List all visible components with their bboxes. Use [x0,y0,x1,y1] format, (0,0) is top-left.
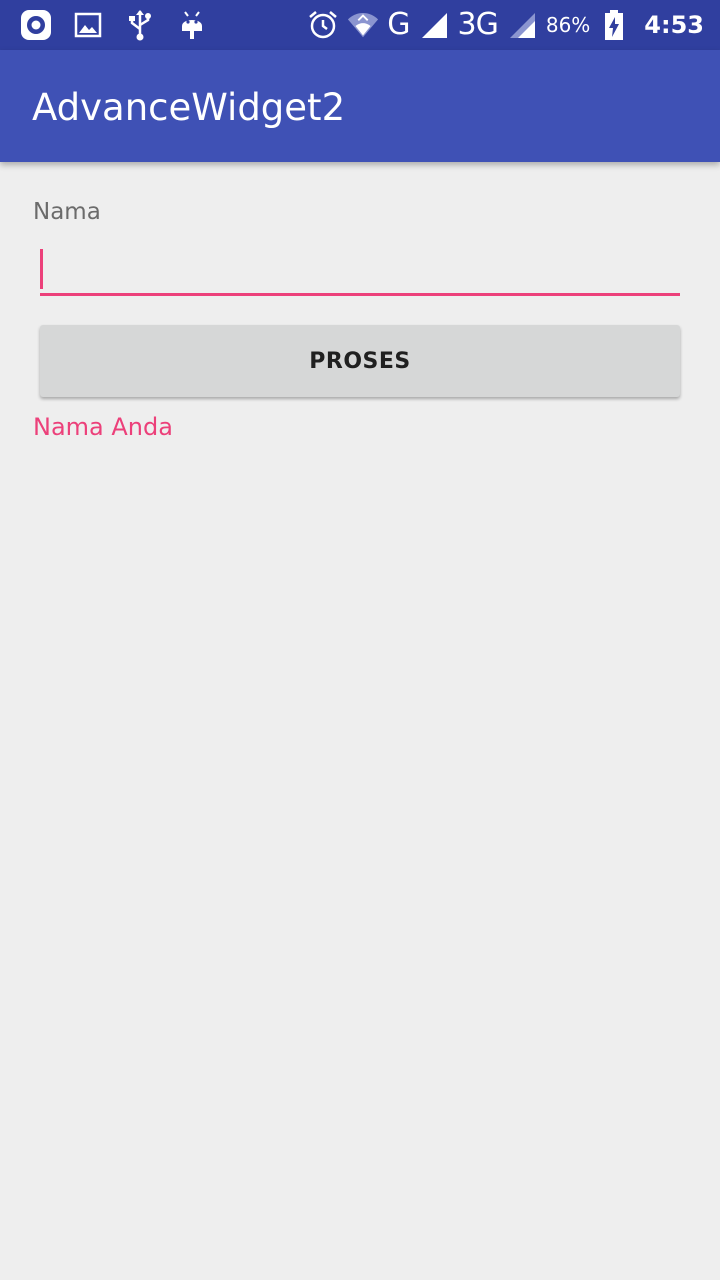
screen-record-icon [20,9,52,41]
proses-button[interactable]: PROSES [40,325,680,397]
result-text: Nama Anda [33,413,173,441]
signal-icon [418,9,450,41]
network-type-3g-label: 3G [457,7,499,42]
system-indicators: G 3G 86% 4:53 [307,8,704,42]
status-bar: G 3G 86% 4:53 [0,0,720,50]
signal-weak-icon [506,9,538,41]
app-title: AdvanceWidget2 [32,86,346,129]
text-cursor [40,249,43,289]
image-icon [72,9,104,41]
alarm-icon [307,9,339,41]
app-bar: AdvanceWidget2 [0,50,720,162]
network-type-label: G [387,7,410,42]
battery-percent: 86% [545,13,591,37]
battery-charging-icon [598,9,630,41]
android-debug-icon [176,9,208,41]
wifi-icon [347,9,379,41]
name-label: Nama [33,199,101,225]
name-input[interactable] [40,240,680,296]
notification-icons [20,8,208,42]
clock: 4:53 [644,11,704,39]
usb-icon [124,9,156,41]
